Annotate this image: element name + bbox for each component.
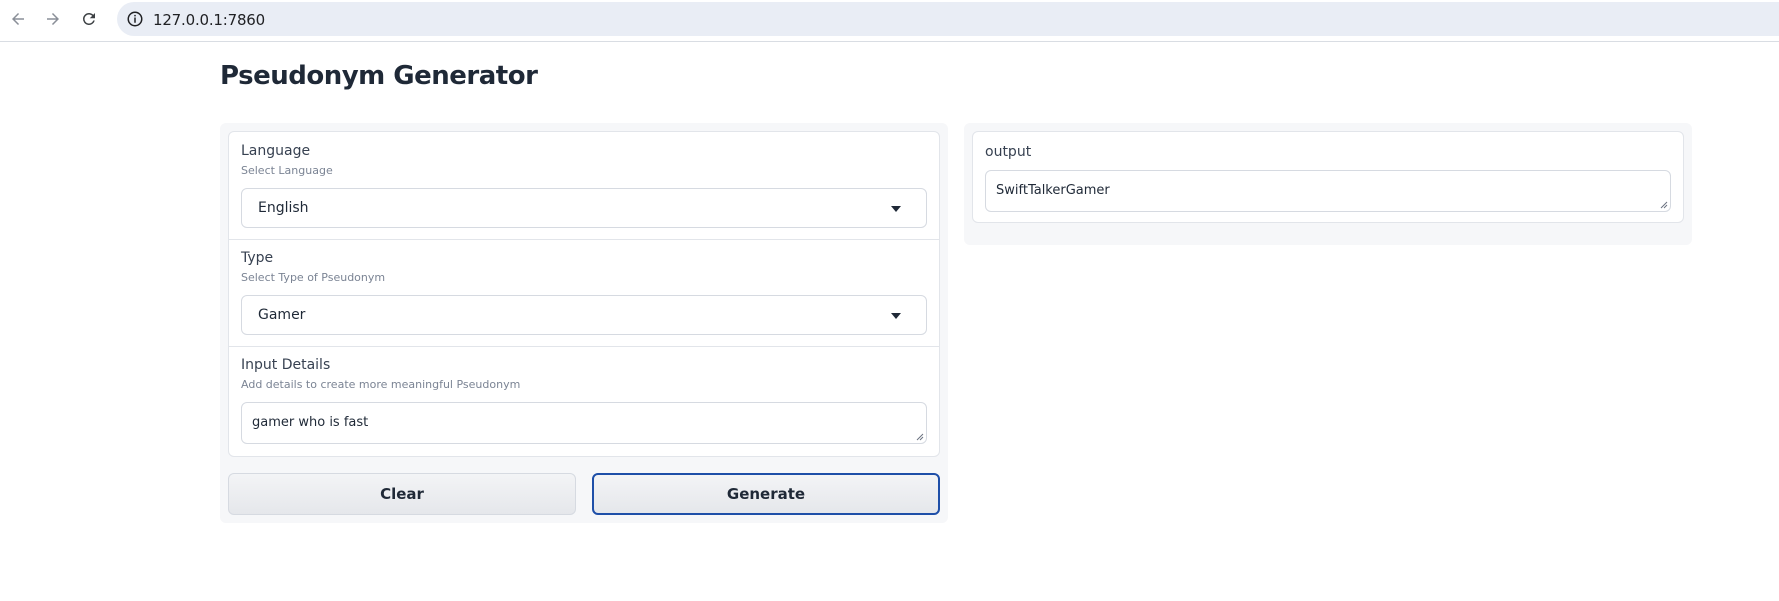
details-input-value: gamer who is fast	[252, 415, 369, 430]
output-textbox[interactable]: SwiftTalkerGamer	[985, 170, 1671, 212]
resize-grip-icon[interactable]	[1660, 201, 1668, 209]
output-value: SwiftTalkerGamer	[996, 183, 1110, 198]
language-selected-value: English	[258, 200, 309, 216]
language-field: Language Select Language English	[229, 132, 939, 239]
clear-button[interactable]: Clear	[228, 473, 576, 515]
address-bar[interactable]: 127.0.0.1:7860	[117, 2, 1779, 36]
type-info: Select Type of Pseudonym	[241, 271, 386, 284]
generate-button[interactable]: Generate	[592, 473, 940, 515]
details-label: Input Details	[241, 357, 331, 373]
output-box: output SwiftTalkerGamer	[972, 131, 1684, 223]
resize-grip-icon[interactable]	[916, 433, 924, 441]
browser-toolbar: 127.0.0.1:7860	[0, 0, 1779, 42]
type-dropdown[interactable]: Gamer	[241, 295, 927, 335]
output-label: output	[985, 144, 1032, 160]
url-text: 127.0.0.1:7860	[153, 11, 265, 29]
page-title: Pseudonym Generator	[220, 61, 538, 91]
language-dropdown[interactable]: English	[241, 188, 927, 228]
caret-down-icon	[891, 313, 901, 319]
arrow-right-icon	[47, 13, 59, 25]
details-input[interactable]: gamer who is fast	[241, 402, 927, 444]
reload-button[interactable]	[77, 7, 101, 31]
info-icon[interactable]	[126, 10, 144, 28]
language-info: Select Language	[241, 164, 333, 177]
input-panel: Language Select Language English Type Se…	[220, 123, 948, 523]
caret-down-icon	[891, 206, 901, 212]
forward-button[interactable]	[41, 7, 65, 31]
details-field: Input Details Add details to create more…	[229, 346, 939, 456]
form-box: Language Select Language English Type Se…	[228, 131, 940, 457]
language-label: Language	[241, 143, 311, 159]
details-info: Add details to create more meaningful Ps…	[241, 378, 521, 391]
reload-icon	[82, 12, 95, 25]
type-field: Type Select Type of Pseudonym Gamer	[229, 239, 939, 346]
back-button[interactable]	[6, 7, 30, 31]
type-selected-value: Gamer	[258, 307, 306, 323]
arrow-left-icon	[12, 13, 24, 25]
type-label: Type	[241, 250, 274, 266]
output-panel: output SwiftTalkerGamer	[964, 123, 1692, 245]
